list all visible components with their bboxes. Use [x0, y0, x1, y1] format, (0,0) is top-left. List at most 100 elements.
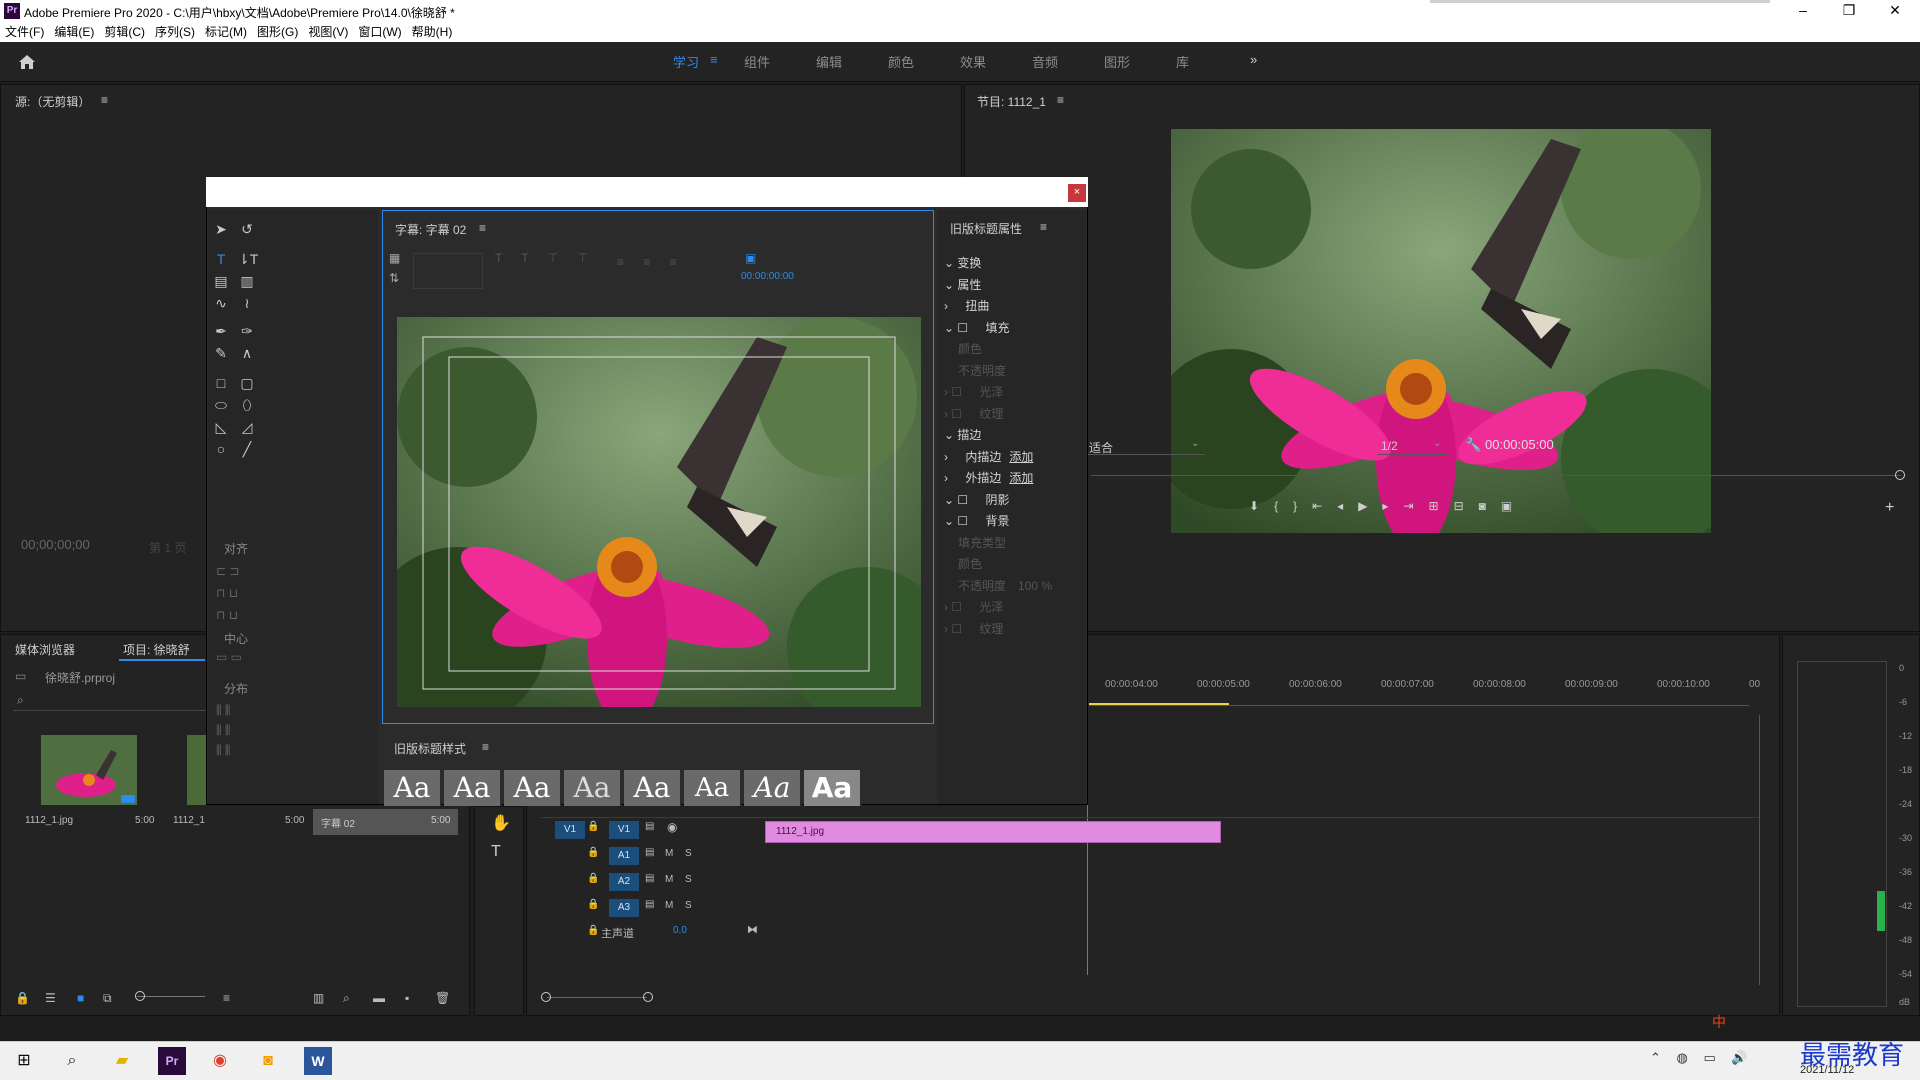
- step-back-icon[interactable]: ◂: [1337, 499, 1358, 513]
- solo-button[interactable]: S: [685, 848, 692, 859]
- properties-menu-icon[interactable]: ≡: [1040, 220, 1047, 234]
- track-target-a3[interactable]: A3: [609, 899, 639, 917]
- lock-icon[interactable]: 🔒: [15, 991, 30, 1005]
- solo-button[interactable]: S: [685, 900, 692, 911]
- scrubber-end-handle[interactable]: [1895, 470, 1905, 480]
- minimize-button[interactable]: –: [1780, 0, 1826, 22]
- style-swatch[interactable]: Aa: [444, 770, 502, 806]
- zoom-handle-right[interactable]: [643, 992, 653, 1002]
- title-canvas[interactable]: [397, 317, 921, 707]
- menu-file[interactable]: 文件(F): [0, 22, 49, 42]
- type-tool-icon[interactable]: T: [212, 250, 230, 268]
- tab-project[interactable]: 项目: 徐晓舒: [123, 641, 190, 658]
- convert-anchor-tool-icon[interactable]: ∧: [238, 344, 256, 362]
- add-anchor-tool-icon[interactable]: ✎: [212, 344, 230, 362]
- new-item-icon[interactable]: ▪: [405, 991, 409, 1005]
- play-icon[interactable]: ▶: [1358, 499, 1382, 513]
- ellipse-tool-icon[interactable]: ○: [212, 440, 230, 458]
- property-row[interactable]: 不透明度 100 %: [944, 577, 1052, 594]
- property-row[interactable]: ⌄ 变换: [944, 254, 981, 271]
- program-timecode[interactable]: 00:00:05:00: [1485, 437, 1554, 452]
- vertical-type-tool-icon[interactable]: ⇂T: [238, 250, 258, 268]
- sync-lock-icon[interactable]: ▤: [645, 899, 654, 910]
- rounded-corner-tool-icon[interactable]: ⬯: [238, 396, 256, 414]
- menu-window[interactable]: 窗口(W): [353, 22, 406, 42]
- rotation-tool-icon[interactable]: ↺: [238, 220, 256, 238]
- property-row[interactable]: ⌄ ☐ 阴影: [944, 491, 1010, 508]
- zoom-slider-handle[interactable]: [135, 991, 145, 1001]
- tab-effects[interactable]: 效果: [960, 52, 986, 71]
- tab-media-browser[interactable]: 媒体浏览器: [15, 641, 75, 658]
- rounded-rectangle-tool-icon[interactable]: ▢: [238, 374, 256, 392]
- lock-icon[interactable]: 🔒: [587, 873, 599, 884]
- go-to-out-icon[interactable]: ⇥: [1403, 499, 1428, 513]
- trash-icon[interactable]: 🗑: [435, 991, 450, 1005]
- lock-icon[interactable]: 🔒: [587, 821, 599, 832]
- zoom-handle-left[interactable]: [541, 992, 551, 1002]
- type-tool-icon[interactable]: T: [491, 843, 501, 861]
- fit-dropdown[interactable]: 适合 ⌄: [1085, 437, 1205, 455]
- pen-tool-icon[interactable]: ✒: [212, 322, 230, 340]
- vertical-path-type-tool-icon[interactable]: ≀: [238, 294, 256, 312]
- source-title[interactable]: 源:（无剪辑）: [15, 93, 90, 110]
- style-swatch[interactable]: Aa: [504, 770, 562, 806]
- lock-icon[interactable]: 🔒: [587, 847, 599, 858]
- property-row[interactable]: ⌄ ☐ 填充: [944, 319, 1010, 336]
- tab-graphics[interactable]: 图形: [1104, 52, 1130, 71]
- property-row[interactable]: 不透明度: [944, 362, 1006, 379]
- menu-graphics[interactable]: 图形(G): [252, 22, 303, 42]
- lift-icon[interactable]: ⊞: [1429, 499, 1454, 513]
- sync-lock-icon[interactable]: ▤: [645, 847, 654, 858]
- titler-menu-icon[interactable]: ≡: [479, 221, 486, 235]
- selection-tool-icon[interactable]: ➤: [212, 220, 230, 238]
- wrench-icon[interactable]: 🔧: [1465, 437, 1481, 453]
- lock-icon[interactable]: 🔒: [587, 925, 599, 936]
- program-menu-icon[interactable]: ≡: [1057, 93, 1064, 107]
- program-title[interactable]: 节目: 1112_1: [977, 93, 1046, 110]
- file-explorer-icon[interactable]: ▰: [108, 1047, 136, 1075]
- mark-in-icon[interactable]: {: [1274, 499, 1293, 513]
- ime-indicator[interactable]: 中: [1712, 1012, 1726, 1032]
- add-link[interactable]: 添加: [1009, 471, 1033, 485]
- premiere-taskbar-icon[interactable]: Pr: [158, 1047, 186, 1075]
- master-volume[interactable]: 0.0: [673, 925, 687, 936]
- icon-view-icon[interactable]: ■: [77, 991, 84, 1005]
- tab-assembly[interactable]: 组件: [744, 52, 770, 71]
- tab-audio[interactable]: 音频: [1032, 52, 1058, 71]
- search-icon[interactable]: ⌕: [58, 1047, 86, 1075]
- new-bin-icon[interactable]: ▬: [373, 991, 385, 1005]
- text-style-buttons[interactable]: T T ⊤ ⊤: [495, 251, 596, 265]
- lock-icon[interactable]: 🔒: [587, 899, 599, 910]
- property-row[interactable]: › 内描边 添加: [944, 448, 1033, 465]
- solo-button[interactable]: S: [685, 874, 692, 885]
- source-patch-v1[interactable]: V1: [555, 821, 585, 839]
- property-row[interactable]: › ☐ 纹理: [944, 620, 1003, 637]
- add-button-icon[interactable]: +: [1885, 499, 1894, 517]
- property-row[interactable]: › ☐ 纹理: [944, 405, 1003, 422]
- more-workspaces-icon[interactable]: »: [1250, 52, 1257, 67]
- show-background-video-icon[interactable]: ▣: [745, 251, 756, 265]
- tab-editing[interactable]: 编辑: [816, 52, 842, 71]
- rectangle-tool-icon[interactable]: □: [212, 374, 230, 392]
- property-row[interactable]: ⌄ ☐ 背景: [944, 512, 1010, 529]
- font-family-select[interactable]: [413, 253, 483, 289]
- tab-learn[interactable]: 学习: [673, 52, 699, 71]
- tab-color[interactable]: 颜色: [888, 52, 914, 71]
- freeform-view-icon[interactable]: ⧉: [103, 991, 112, 1006]
- mute-button[interactable]: M: [665, 874, 673, 885]
- arc-tool-icon[interactable]: ◿: [238, 418, 256, 436]
- tray-icons[interactable]: ⌃ ◍ ▭ 🔊: [1650, 1050, 1754, 1066]
- program-video-frame[interactable]: [1171, 129, 1711, 533]
- workspace-menu-icon[interactable]: ≡: [710, 52, 718, 67]
- go-to-end-icon[interactable]: ⧓: [747, 923, 758, 936]
- extract-icon[interactable]: ⊟: [1454, 499, 1479, 513]
- property-row[interactable]: ⌄ 描边: [944, 426, 981, 443]
- property-row[interactable]: 颜色: [944, 555, 982, 572]
- add-link[interactable]: 添加: [1009, 450, 1033, 464]
- text-align-buttons[interactable]: ≡ ≡ ≡: [617, 255, 685, 269]
- menu-clip[interactable]: 剪辑(C): [99, 22, 150, 42]
- style-swatch[interactable]: Aa: [564, 770, 622, 806]
- style-swatch[interactable]: Aa: [624, 770, 682, 806]
- property-row[interactable]: ⌄ 属性: [944, 276, 981, 293]
- property-row[interactable]: › ☐ 光泽: [944, 598, 1003, 615]
